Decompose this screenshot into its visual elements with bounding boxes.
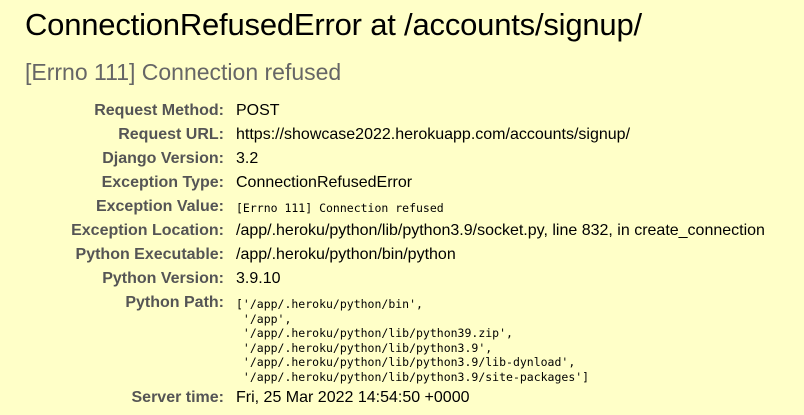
meta-row-python-executable: Python Executable: /app/.heroku/python/b…	[0, 242, 804, 266]
error-message: [Errno 111] Connection refused	[25, 59, 342, 85]
meta-row-server-time: Server time: Fri, 25 Mar 2022 14:54:50 +…	[0, 385, 804, 409]
meta-row-django-version: Django Version: 3.2	[0, 146, 804, 170]
meta-value: Fri, 25 Mar 2022 14:54:50 +0000	[236, 389, 470, 406]
meta-row-python-version: Python Version: 3.9.10	[0, 266, 804, 290]
error-page: ConnectionRefusedError at /accounts/sign…	[0, 0, 804, 415]
meta-label: Exception Value:	[95, 198, 224, 215]
meta-row-exception-value: Exception Value: [Errno 111] Connection …	[0, 194, 804, 218]
meta-row-python-path: Python Path: ['/app/.heroku/python/bin',…	[0, 290, 804, 386]
meta-row-exception-type: Exception Type: ConnectionRefusedError	[0, 170, 804, 194]
meta-value: 3.9.10	[236, 270, 281, 287]
meta-value: ConnectionRefusedError	[236, 174, 413, 191]
meta-label: Request URL:	[118, 126, 224, 143]
meta-label: Exception Type:	[101, 174, 224, 191]
meta-value: /app/.heroku/python/bin/python	[236, 246, 456, 263]
meta-row-request-method: Request Method: POST	[0, 98, 804, 122]
page-title: ConnectionRefusedError at /accounts/sign…	[25, 7, 642, 42]
meta-label: Python Path:	[125, 294, 224, 311]
exception-value-code: [Errno 111] Connection refused	[236, 201, 444, 215]
meta-label: Exception Location:	[71, 222, 224, 239]
python-path-code: ['/app/.heroku/python/bin', '/app', '/ap…	[236, 297, 590, 384]
meta-row-exception-location: Exception Location: /app/.heroku/python/…	[0, 218, 804, 242]
meta-label: Django Version:	[102, 150, 224, 167]
meta-label: Python Version:	[102, 270, 224, 287]
meta-value: 3.2	[236, 150, 259, 167]
meta-value: POST	[236, 102, 280, 119]
meta-label: Server time:	[131, 389, 225, 406]
meta-row-request-url: Request URL: https://showcase2022.heroku…	[0, 122, 804, 146]
meta-label: Request Method:	[94, 102, 224, 119]
meta-label: Python Executable:	[75, 246, 224, 263]
meta-value: /app/.heroku/python/lib/python3.9/socket…	[236, 222, 765, 239]
request-url-value: https://showcase2022.herokuapp.com/accou…	[236, 126, 631, 143]
